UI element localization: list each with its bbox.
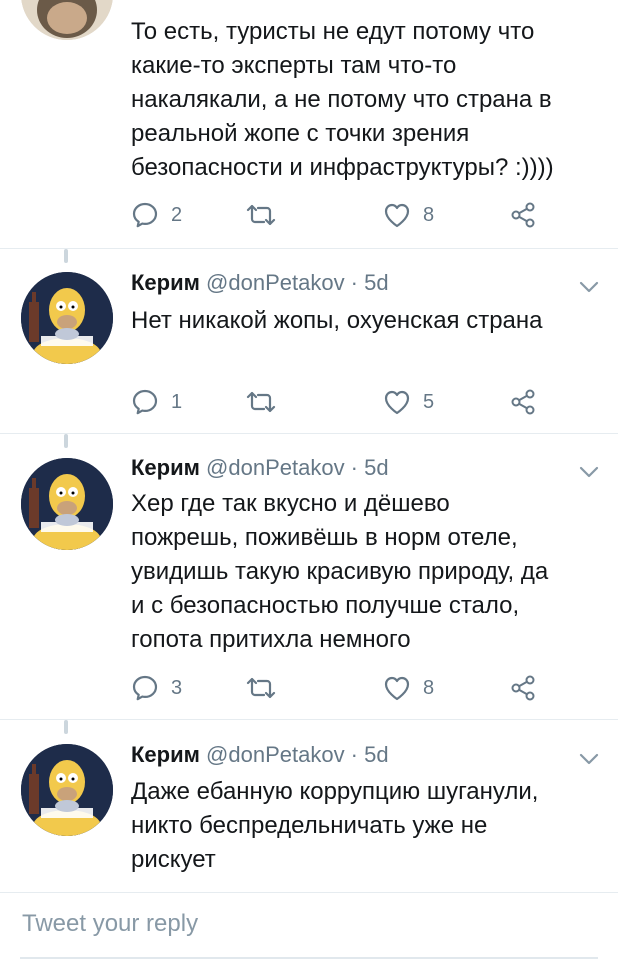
handle[interactable]: @donPetakov xyxy=(206,455,345,480)
like-button[interactable]: 8 xyxy=(383,672,434,704)
homer-avatar-image xyxy=(21,744,113,836)
like-count: 8 xyxy=(423,203,435,226)
tweet-menu-button[interactable] xyxy=(578,464,600,480)
handle[interactable]: @donPetakov xyxy=(206,270,345,295)
meta-separator: · xyxy=(344,455,365,480)
like-button[interactable]: 5 xyxy=(383,386,434,418)
display-name[interactable]: Керим xyxy=(131,455,200,480)
thread-line xyxy=(64,434,68,448)
divider xyxy=(0,248,618,249)
avatar[interactable] xyxy=(21,272,113,364)
thread-line xyxy=(64,720,68,734)
retweet-button[interactable] xyxy=(246,386,276,418)
reply-count: 2 xyxy=(171,203,183,226)
tweet-actions: 3 8 xyxy=(131,672,551,704)
share-button[interactable] xyxy=(509,672,537,704)
timestamp[interactable]: 5d xyxy=(364,270,388,295)
display-name[interactable]: Керим xyxy=(131,742,200,767)
reply-input[interactable] xyxy=(20,907,584,941)
reply-icon xyxy=(131,674,159,702)
reply-composer xyxy=(0,892,618,961)
retweet-button[interactable] xyxy=(246,199,276,231)
share-icon xyxy=(509,674,537,702)
like-icon xyxy=(383,675,411,701)
like-button[interactable]: 8 xyxy=(383,199,434,231)
tweet-text: Нет никакой жопы, охуенская страна xyxy=(131,307,543,334)
like-count: 8 xyxy=(423,676,435,699)
homer-avatar-image xyxy=(21,272,113,364)
share-button[interactable] xyxy=(509,199,537,231)
like-icon xyxy=(383,202,411,228)
meta-separator: · xyxy=(344,742,365,767)
reply-icon xyxy=(131,201,159,229)
handle[interactable]: @donPetakov xyxy=(206,742,345,767)
reply-icon xyxy=(131,388,159,416)
like-icon xyxy=(383,389,411,415)
tweet-header: Керим @donPetakov · 5d xyxy=(131,742,389,768)
retweet-button[interactable] xyxy=(246,672,276,704)
timestamp[interactable]: 5d xyxy=(364,455,388,480)
tweet-text: Хер где так вкусно и дёшево пожрешь, пож… xyxy=(131,490,549,653)
tweet-actions: 2 8 xyxy=(131,199,551,231)
tweet-menu-button[interactable] xyxy=(578,279,600,295)
avatar[interactable] xyxy=(21,458,113,550)
chevron-down-icon xyxy=(579,753,599,765)
reply-count: 3 xyxy=(171,676,183,699)
tweet-menu-button[interactable] xyxy=(578,751,600,767)
reply-button[interactable]: 1 xyxy=(131,386,182,418)
reply-button[interactable]: 3 xyxy=(131,672,182,704)
thread-line xyxy=(64,249,68,263)
tweet-header: Керим @donPetakov · 5d xyxy=(131,270,389,296)
timestamp[interactable]: 5d xyxy=(364,742,388,767)
reply-input-underline xyxy=(20,957,598,959)
share-icon xyxy=(509,388,537,416)
tweet-actions: 1 5 xyxy=(131,386,551,418)
display-name[interactable]: Керим xyxy=(131,270,200,295)
tweet-header: Керим @donPetakov · 5d xyxy=(131,455,389,481)
retweet-icon xyxy=(246,203,276,227)
tweet-text: То есть, туристы не едут потому что каки… xyxy=(131,18,554,181)
reply-button[interactable]: 2 xyxy=(131,199,182,231)
share-icon xyxy=(509,201,537,229)
avatar[interactable] xyxy=(21,744,113,836)
chevron-down-icon xyxy=(579,466,599,478)
divider xyxy=(0,719,618,720)
like-count: 5 xyxy=(423,390,435,413)
chevron-down-icon xyxy=(579,281,599,293)
tweet-text: Даже ебанную коррупцию шуганули, никто б… xyxy=(131,778,539,873)
avatar[interactable] xyxy=(21,0,113,40)
reply-count: 1 xyxy=(171,390,183,413)
share-button[interactable] xyxy=(509,386,537,418)
retweet-icon xyxy=(246,390,276,414)
homer-avatar-image xyxy=(21,458,113,550)
divider xyxy=(0,433,618,434)
retweet-icon xyxy=(246,676,276,700)
meta-separator: · xyxy=(344,270,365,295)
